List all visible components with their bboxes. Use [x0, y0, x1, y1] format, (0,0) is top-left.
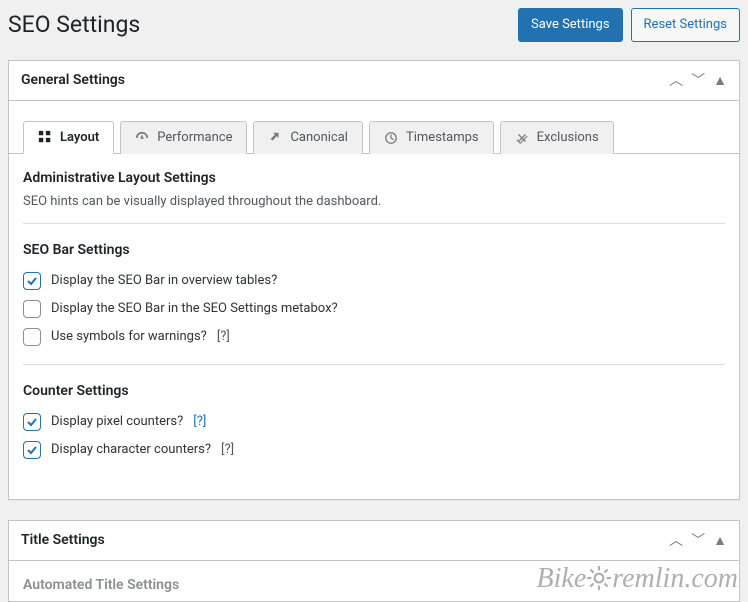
tab-performance-label: Performance — [157, 130, 232, 145]
general-settings-title: General Settings — [21, 72, 125, 88]
checkbox-pixel-counters[interactable] — [23, 413, 41, 431]
move-up-icon[interactable]: ︿ — [669, 70, 683, 90]
layout-icon — [38, 130, 52, 144]
tab-performance[interactable]: Performance — [120, 121, 247, 154]
move-down-icon[interactable]: ﹀ — [691, 70, 705, 90]
checkbox-char-counters[interactable] — [23, 441, 41, 459]
general-settings-panel: General Settings ︿ ﹀ ▲ Layout Performanc… — [8, 60, 740, 500]
timestamps-icon — [384, 131, 398, 145]
admin-layout-desc: SEO hints can be visually displayed thro… — [23, 194, 725, 209]
divider — [23, 223, 725, 224]
tab-content: Administrative Layout Settings SEO hints… — [9, 154, 739, 499]
save-button[interactable]: Save Settings — [518, 8, 623, 42]
counter-opt2-label: Display character counters? — [51, 442, 211, 457]
seobar-opt3-label: Use symbols for warnings? — [51, 329, 207, 344]
title-settings-title: Title Settings — [21, 532, 105, 548]
header-actions: Save Settings Reset Settings — [518, 8, 740, 42]
title-settings-panel: Title Settings ︿ ﹀ ▲ Automated Title Set… — [8, 520, 740, 602]
seobar-opt1-label: Display the SEO Bar in overview tables? — [51, 273, 277, 288]
reset-button[interactable]: Reset Settings — [631, 8, 740, 42]
tab-canonical-label: Canonical — [290, 130, 348, 145]
general-settings-header: General Settings ︿ ﹀ ▲ — [9, 61, 739, 101]
tab-exclusions[interactable]: Exclusions — [500, 121, 614, 154]
counter-heading: Counter Settings — [23, 383, 725, 399]
performance-icon — [135, 131, 149, 145]
seobar-opt3-help[interactable]: [?] — [217, 329, 230, 344]
tab-bar: Layout Performance Canonical Timestamps … — [9, 101, 739, 154]
move-up-icon[interactable]: ︿ — [669, 530, 683, 550]
toggle-panel-icon[interactable]: ▲ — [713, 72, 727, 89]
checkbox-seobar-overview[interactable] — [23, 272, 41, 290]
seobar-heading: SEO Bar Settings — [23, 242, 725, 258]
checkbox-seobar-symbols[interactable] — [23, 328, 41, 346]
tab-timestamps[interactable]: Timestamps — [369, 121, 494, 154]
divider — [23, 364, 725, 365]
tab-layout[interactable]: Layout — [23, 121, 114, 154]
canonical-icon — [268, 131, 282, 145]
counter-opt1-help[interactable]: [?] — [193, 414, 206, 429]
auto-title-heading: Automated Title Settings — [23, 577, 725, 593]
tab-canonical[interactable]: Canonical — [253, 121, 363, 154]
title-settings-header: Title Settings ︿ ﹀ ▲ — [9, 521, 739, 561]
checkbox-seobar-metabox[interactable] — [23, 300, 41, 318]
exclusions-icon — [515, 131, 529, 145]
seobar-opt2-label: Display the SEO Bar in the SEO Settings … — [51, 301, 338, 316]
admin-layout-heading: Administrative Layout Settings — [23, 170, 725, 186]
counter-opt1-label: Display pixel counters? — [51, 414, 183, 429]
tab-timestamps-label: Timestamps — [406, 130, 479, 145]
counter-opt2-help[interactable]: [?] — [221, 442, 234, 457]
tab-exclusions-label: Exclusions — [537, 130, 599, 145]
toggle-panel-icon[interactable]: ▲ — [713, 532, 727, 549]
move-down-icon[interactable]: ﹀ — [691, 530, 705, 550]
tab-layout-label: Layout — [60, 130, 99, 145]
page-title: SEO Settings — [8, 11, 140, 38]
